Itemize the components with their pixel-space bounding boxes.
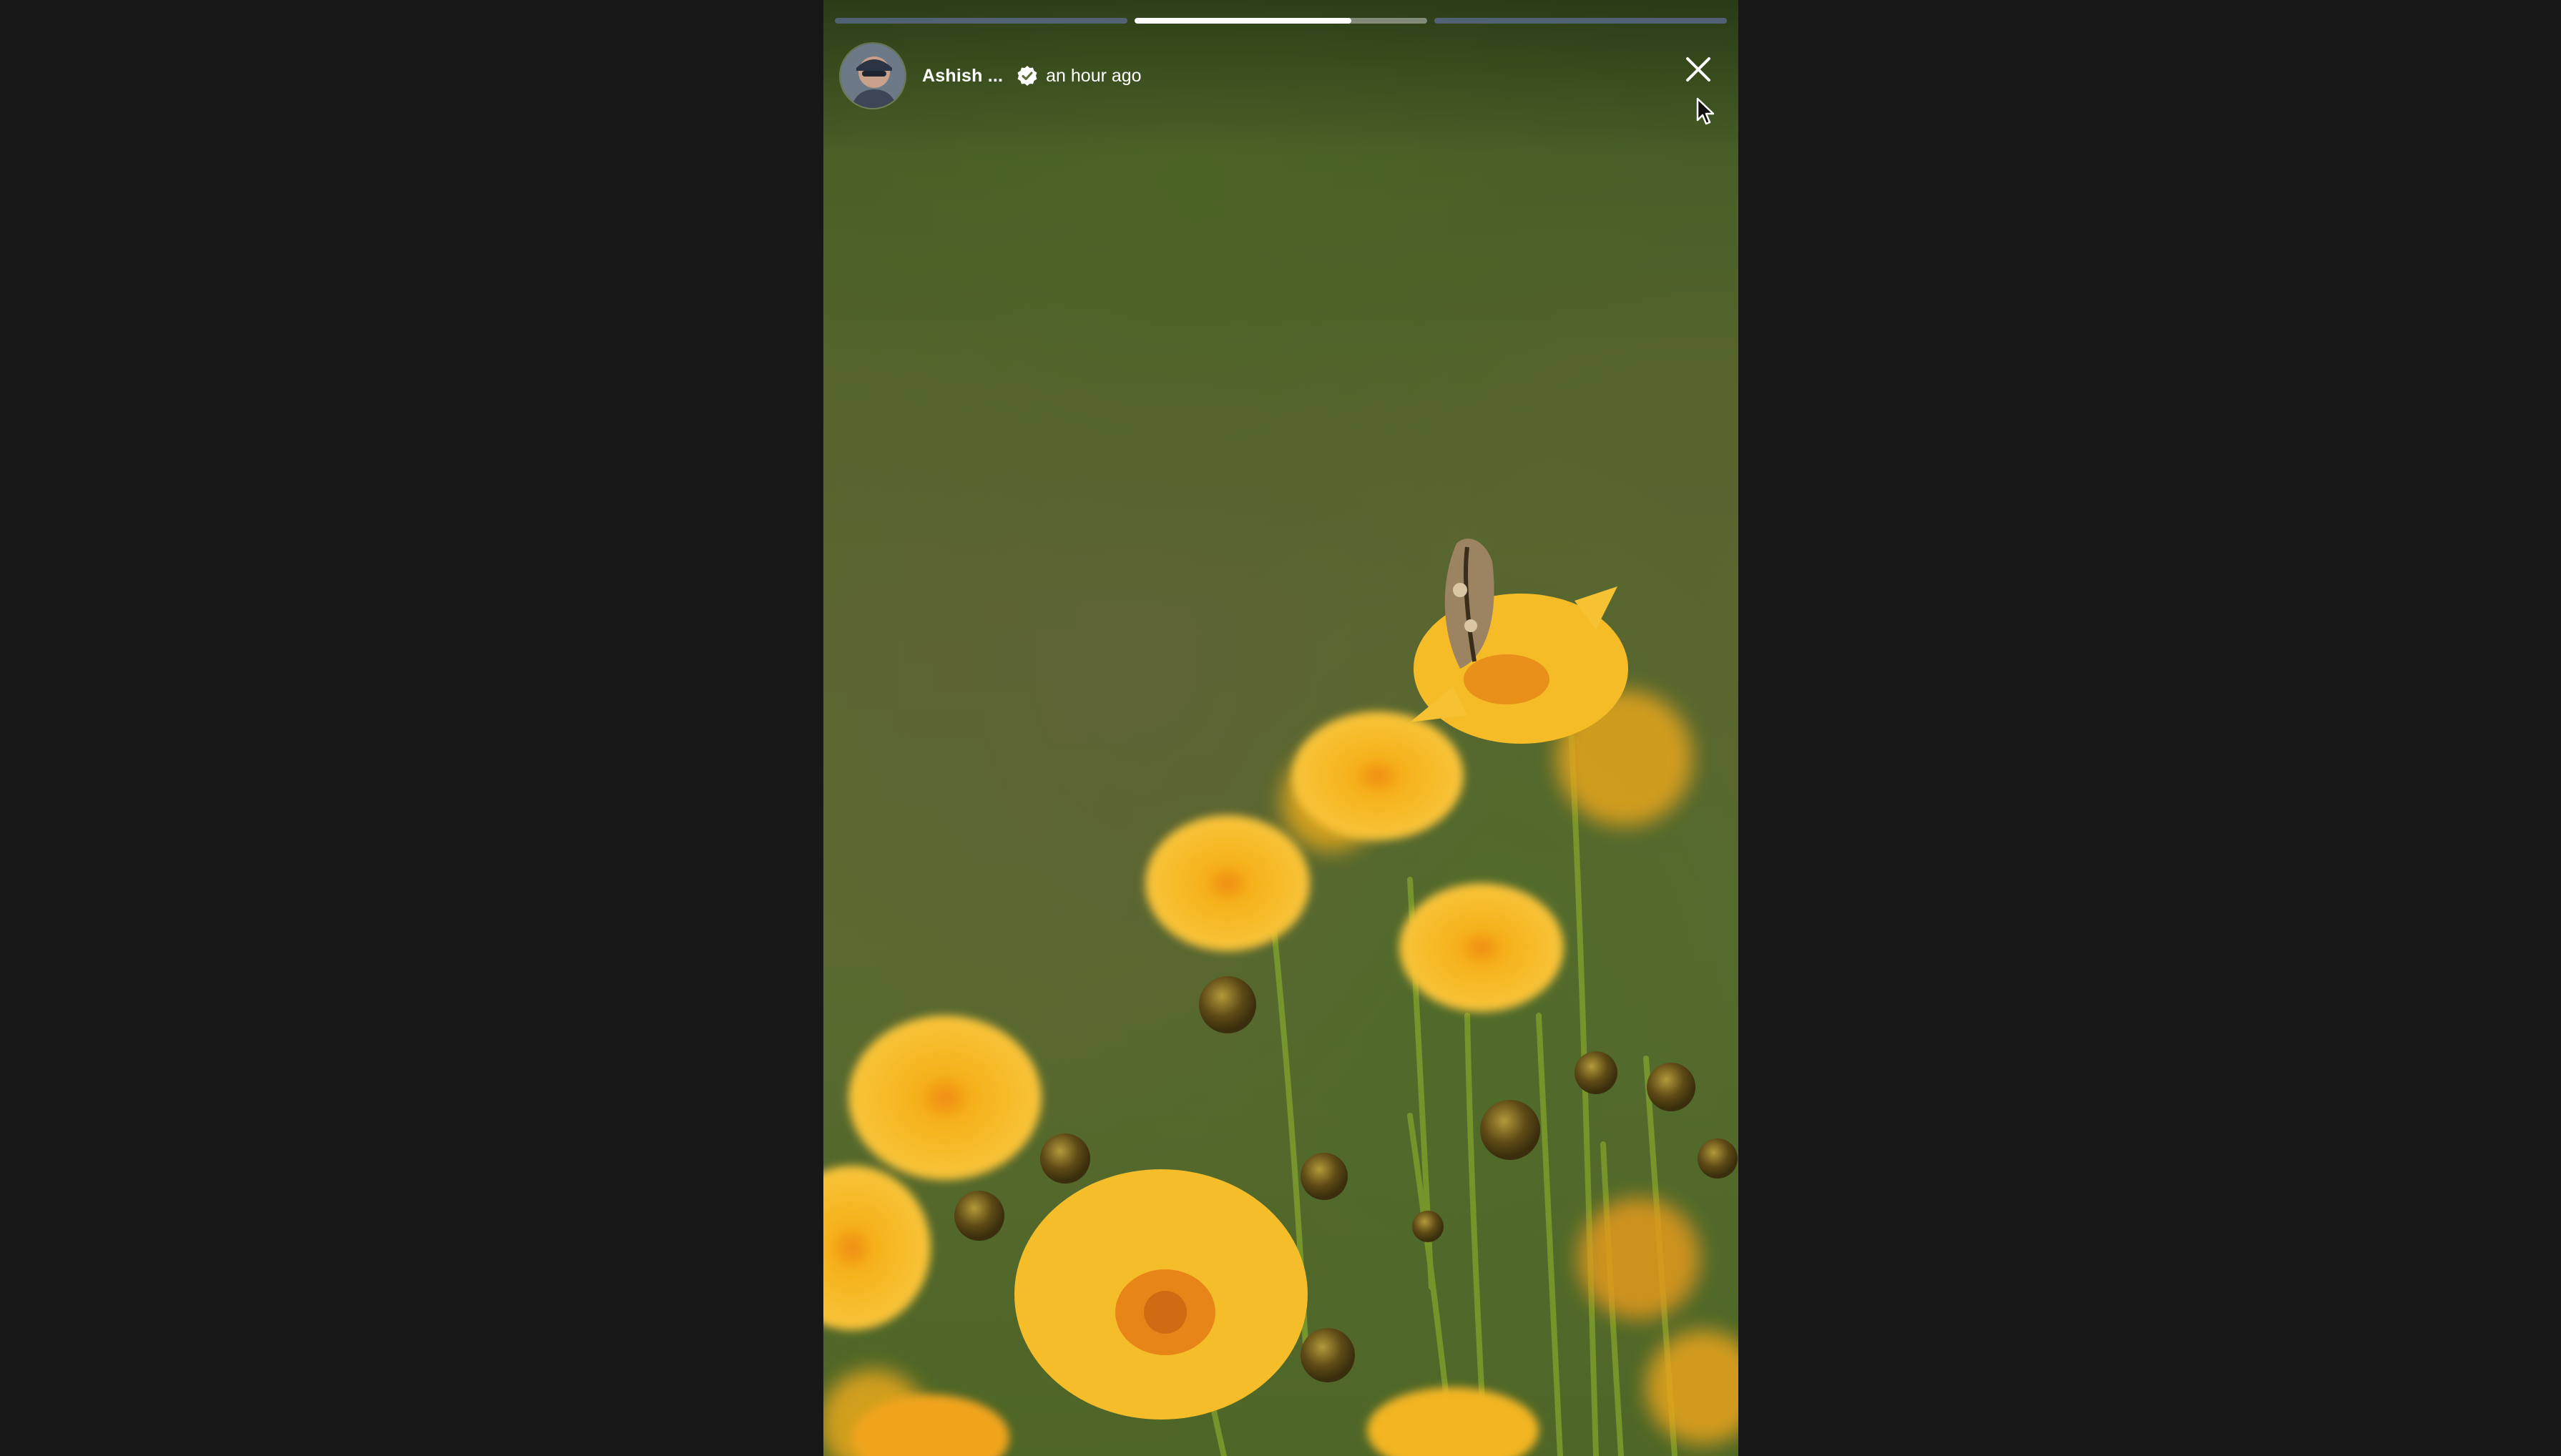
story-timestamp: an hour ago: [1046, 65, 1142, 86]
story-viewer: Ashish ... an hour ago: [0, 0, 2561, 1456]
progress-fill: [1135, 18, 1351, 24]
verified-badge-icon: [1017, 66, 1037, 86]
story-progress-bar: [835, 18, 1727, 24]
avatar-photo: [841, 44, 905, 108]
story-photo: [823, 538, 1738, 1456]
mouse-cursor-icon: [1696, 97, 1715, 125]
progress-segment-2[interactable]: [1135, 18, 1427, 24]
progress-segment-1[interactable]: [835, 18, 1127, 24]
close-button[interactable]: [1679, 50, 1718, 89]
story-frame[interactable]: Ashish ... an hour ago: [823, 0, 1738, 1456]
progress-segment-3[interactable]: [1434, 18, 1727, 24]
author-name[interactable]: Ashish ...: [922, 66, 1003, 87]
close-icon: [1686, 57, 1710, 82]
author-avatar[interactable]: [839, 42, 906, 109]
story-header: Ashish ... an hour ago: [839, 41, 1142, 110]
